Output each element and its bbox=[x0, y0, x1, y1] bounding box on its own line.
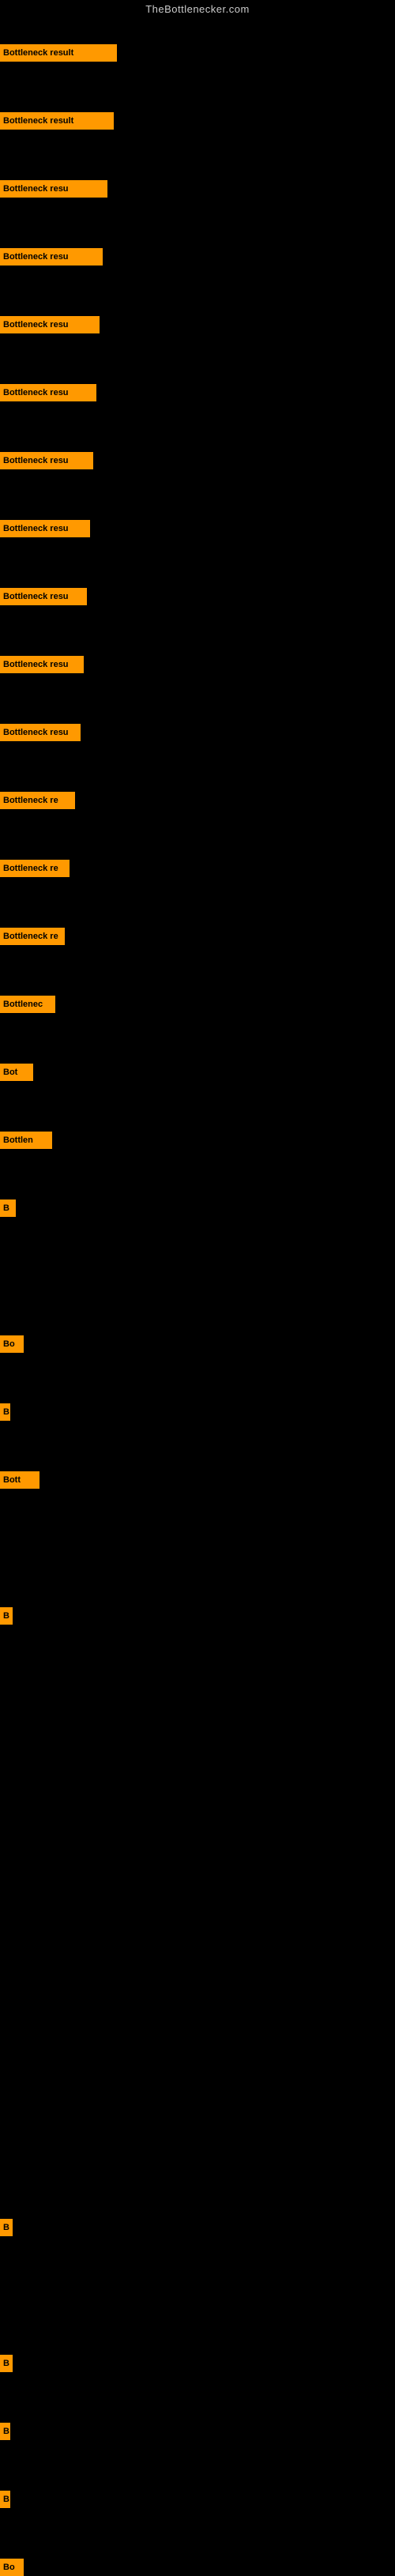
bar-label-12: Bottleneck re bbox=[0, 860, 70, 877]
bar-label-8: Bottleneck resu bbox=[0, 588, 87, 605]
bar-label-19: B bbox=[0, 1403, 10, 1421]
bar-label-18: Bo bbox=[0, 1335, 24, 1353]
bar-label-21: B bbox=[0, 1607, 13, 1625]
bar-row-25: B bbox=[0, 2355, 13, 2372]
bar-row-3: Bottleneck resu bbox=[0, 248, 103, 266]
bar-label-20: Bott bbox=[0, 1471, 40, 1489]
bar-row-5: Bottleneck resu bbox=[0, 384, 96, 401]
bar-label-25: B bbox=[0, 2355, 13, 2372]
bar-row-8: Bottleneck resu bbox=[0, 588, 87, 605]
bar-row-14: Bottlenec bbox=[0, 996, 55, 1013]
bar-row-17: B bbox=[0, 1199, 16, 1217]
bar-label-15: Bot bbox=[0, 1064, 33, 1081]
bar-row-0: Bottleneck result bbox=[0, 44, 117, 62]
bar-row-22: B bbox=[0, 2423, 10, 2440]
bar-row-16: Bottlen bbox=[0, 1132, 52, 1149]
bar-row-23: B bbox=[0, 2491, 10, 2508]
bar-row-12: Bottleneck re bbox=[0, 860, 70, 877]
bar-row-18: Bo bbox=[0, 1335, 24, 1353]
bar-row-26: Bo bbox=[0, 2559, 24, 2576]
bar-label-5: Bottleneck resu bbox=[0, 384, 96, 401]
bar-label-23: B bbox=[0, 2491, 10, 2508]
bar-label-11: Bottleneck re bbox=[0, 792, 75, 809]
bar-label-24: B bbox=[0, 2219, 13, 2236]
bar-row-9: Bottleneck resu bbox=[0, 656, 84, 673]
bar-row-13: Bottleneck re bbox=[0, 928, 65, 945]
bar-row-4: Bottleneck resu bbox=[0, 316, 100, 333]
bar-label-16: Bottlen bbox=[0, 1132, 52, 1149]
bar-label-0: Bottleneck result bbox=[0, 44, 117, 62]
bar-row-2: Bottleneck resu bbox=[0, 180, 107, 198]
bar-row-21: B bbox=[0, 1607, 13, 1625]
bar-label-13: Bottleneck re bbox=[0, 928, 65, 945]
bar-row-11: Bottleneck re bbox=[0, 792, 75, 809]
bar-label-3: Bottleneck resu bbox=[0, 248, 103, 266]
bar-label-26: Bo bbox=[0, 2559, 24, 2576]
bar-row-24: B bbox=[0, 2219, 13, 2236]
bar-row-7: Bottleneck resu bbox=[0, 520, 90, 537]
bar-label-2: Bottleneck resu bbox=[0, 180, 107, 198]
bar-row-10: Bottleneck resu bbox=[0, 724, 81, 741]
bar-row-20: Bott bbox=[0, 1471, 40, 1489]
bar-label-14: Bottlenec bbox=[0, 996, 55, 1013]
bar-row-6: Bottleneck resu bbox=[0, 452, 93, 469]
site-title: TheBottlenecker.com bbox=[0, 0, 395, 20]
bar-label-7: Bottleneck resu bbox=[0, 520, 90, 537]
bar-label-1: Bottleneck result bbox=[0, 112, 114, 130]
bar-label-6: Bottleneck resu bbox=[0, 452, 93, 469]
bar-label-17: B bbox=[0, 1199, 16, 1217]
bar-label-9: Bottleneck resu bbox=[0, 656, 84, 673]
bar-label-22: B bbox=[0, 2423, 10, 2440]
bar-label-10: Bottleneck resu bbox=[0, 724, 81, 741]
bar-label-4: Bottleneck resu bbox=[0, 316, 100, 333]
bar-row-19: B bbox=[0, 1403, 10, 1421]
bar-row-1: Bottleneck result bbox=[0, 112, 114, 130]
bar-row-15: Bot bbox=[0, 1064, 33, 1081]
